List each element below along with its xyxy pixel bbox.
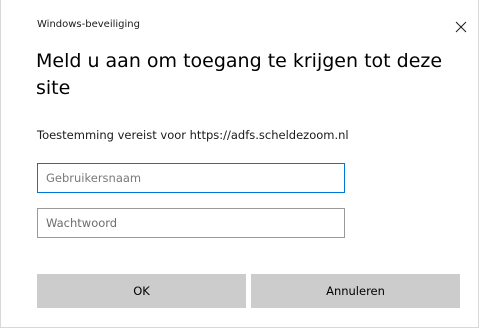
ok-button[interactable]: OK — [37, 274, 246, 308]
window-title: Windows-beveiliging — [37, 19, 140, 30]
username-input[interactable] — [37, 163, 345, 193]
cancel-button-label: Annuleren — [326, 284, 385, 298]
dialog-heading: Meld u aan om toegang te krijgen tot dez… — [36, 50, 443, 99]
password-input[interactable] — [37, 208, 345, 238]
close-button[interactable] — [447, 14, 475, 40]
cancel-button[interactable]: Annuleren — [251, 274, 460, 308]
permission-text: Toestemming vereist voor https://adfs.sc… — [37, 128, 349, 142]
close-icon — [455, 21, 467, 33]
security-dialog: Windows-beveiliging Meld u aan om toegan… — [0, 0, 479, 328]
ok-button-label: OK — [133, 284, 150, 298]
